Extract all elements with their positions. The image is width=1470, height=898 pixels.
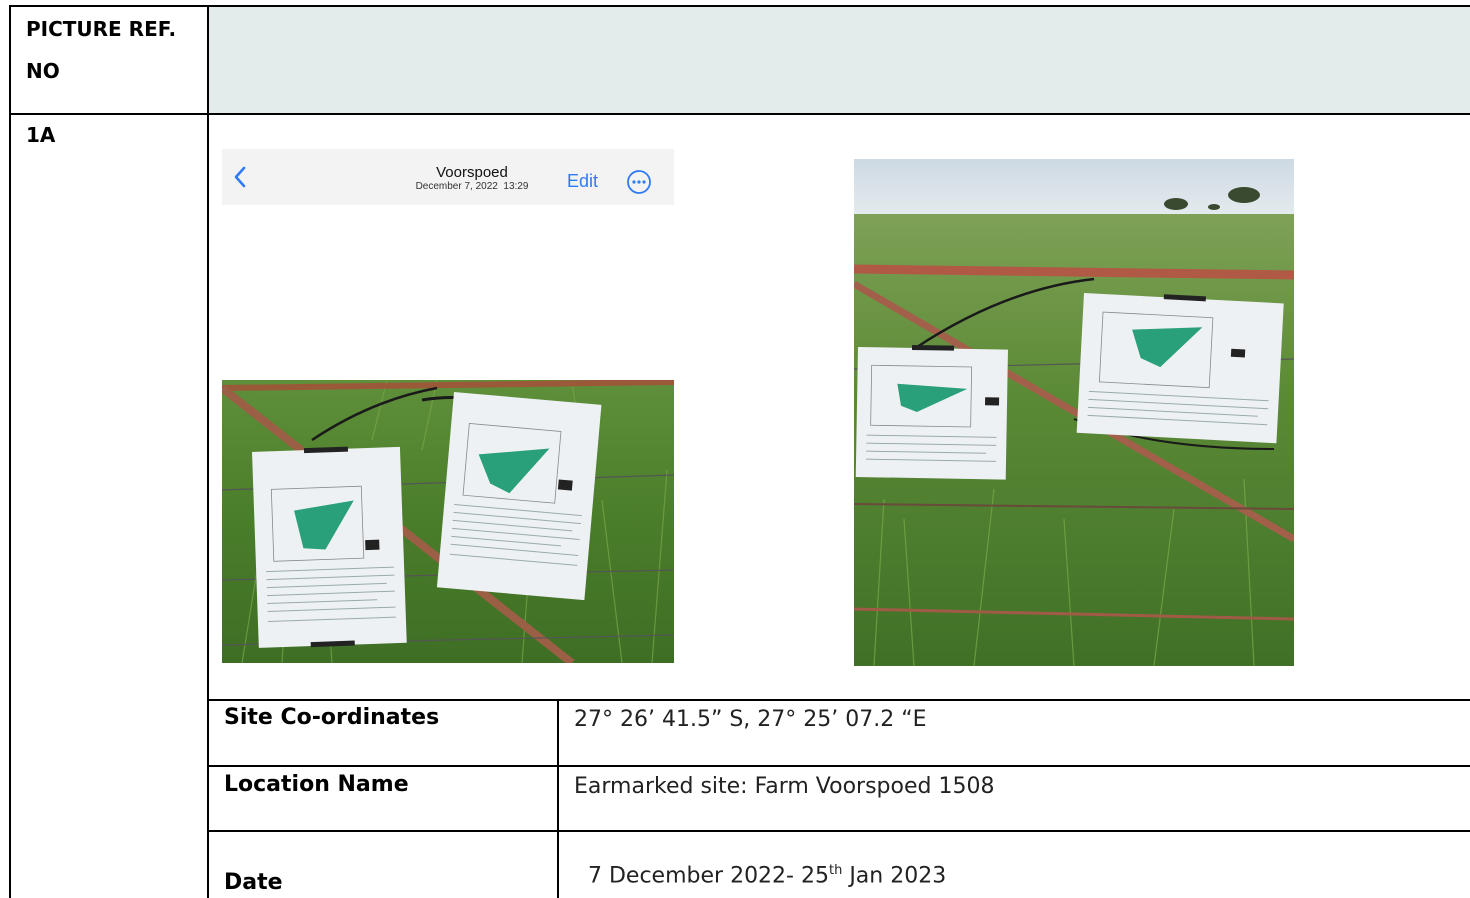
date-value: 7 December 2022- 25th Jan 2023 bbox=[574, 838, 946, 888]
site-coordinates-label: Site Co-ordinates bbox=[224, 705, 440, 730]
header-shade bbox=[209, 7, 1470, 114]
date-value-main: 7 December 2022- 25 bbox=[588, 863, 829, 889]
details-row-divider-2 bbox=[207, 830, 1470, 832]
picture-ref-header: PICTURE REF. NO bbox=[26, 8, 206, 92]
location-name-label: Location Name bbox=[224, 772, 409, 797]
site-coordinates-value: 27° 26’ 41.5” S, 27° 25’ 07.2 “E bbox=[574, 707, 927, 732]
date-value-suffix: th bbox=[828, 863, 843, 878]
photo-title: Voorspoed bbox=[436, 164, 508, 181]
site-photo-right bbox=[854, 159, 1294, 666]
details-column-divider bbox=[557, 699, 559, 898]
location-name-value: Earmarked site: Farm Voorspoed 1508 bbox=[574, 774, 995, 799]
site-photo-left bbox=[222, 380, 674, 663]
edit-button[interactable]: Edit bbox=[567, 171, 598, 192]
header-row-divider bbox=[9, 113, 1470, 115]
picture-ref-header-line1: PICTURE REF. bbox=[26, 17, 177, 41]
date-label: Date bbox=[224, 870, 283, 895]
phone-photo-header: Voorspoed December 7, 2022 13:29 Edit bbox=[222, 149, 674, 205]
details-row-divider-1 bbox=[207, 765, 1470, 767]
photo-timestamp: December 7, 2022 13:29 bbox=[415, 181, 529, 192]
ellipsis-circle-icon[interactable] bbox=[626, 169, 652, 195]
chevron-left-icon bbox=[234, 166, 246, 188]
table-border-left bbox=[9, 5, 11, 898]
details-border-top bbox=[207, 699, 1470, 701]
picture-ref-header-line2: NO bbox=[26, 59, 60, 83]
picture-ref-number: 1A bbox=[26, 123, 56, 147]
table-border-top bbox=[9, 5, 1470, 7]
date-value-tail: Jan 2023 bbox=[842, 863, 947, 889]
